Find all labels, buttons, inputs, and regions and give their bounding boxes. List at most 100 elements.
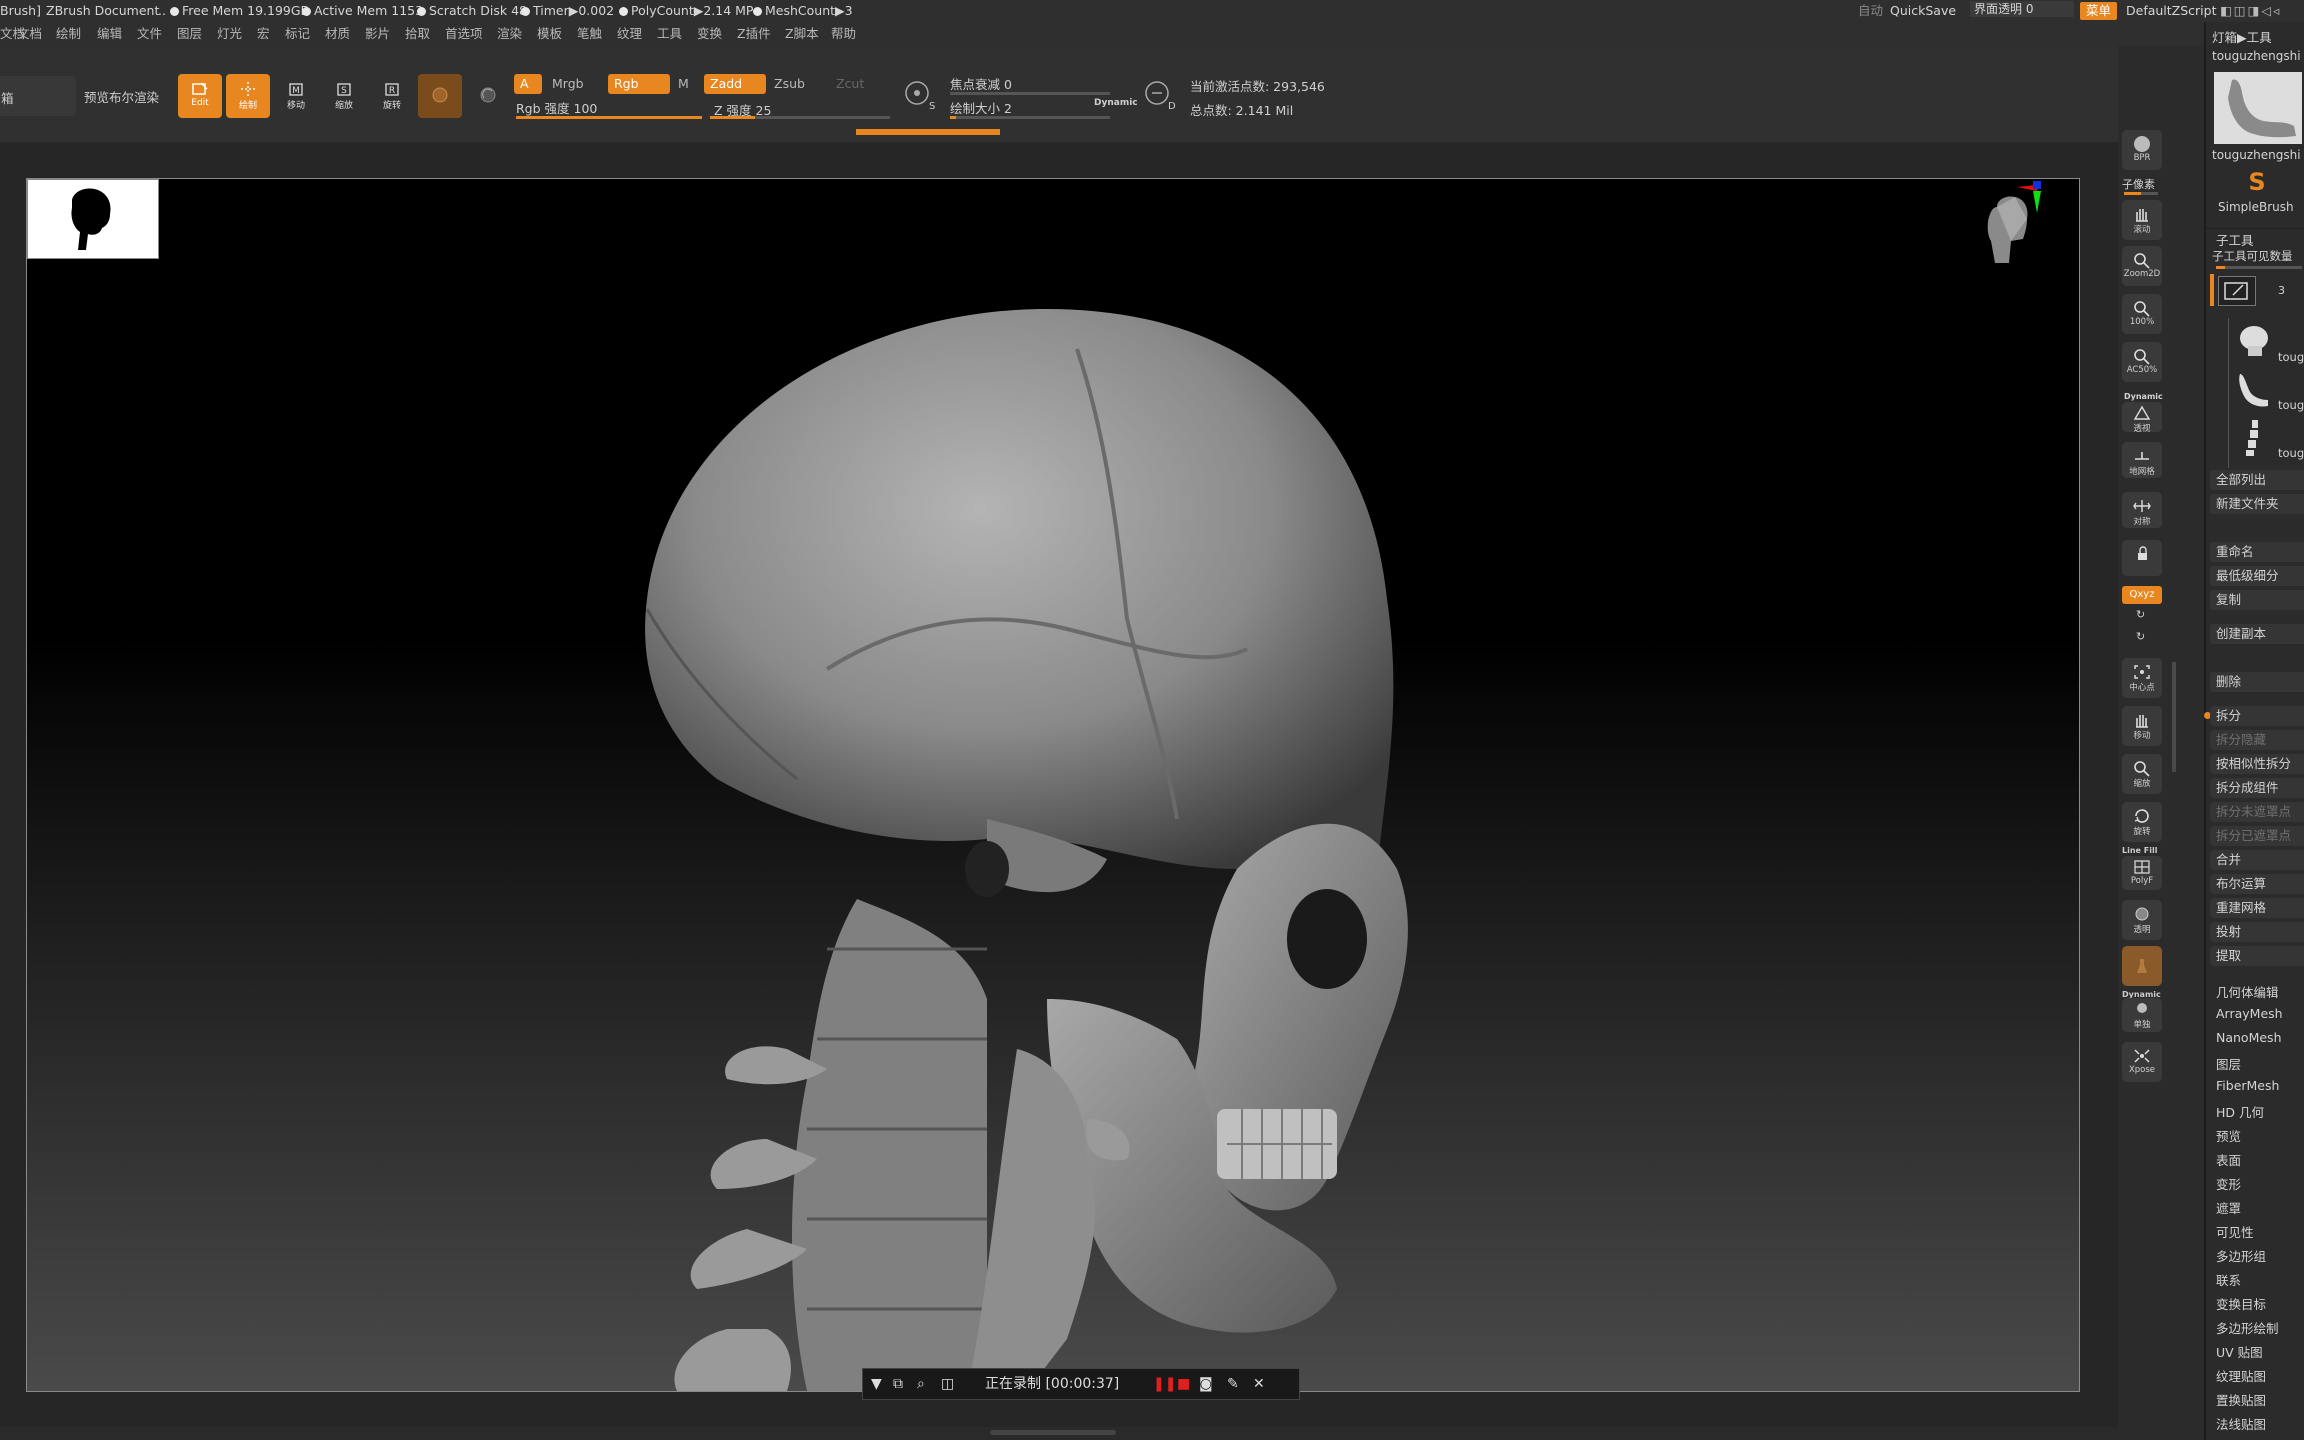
menu-item[interactable]: 笔触	[577, 22, 602, 46]
lightbox-tool-header[interactable]: 灯箱▶工具	[2212, 27, 2272, 46]
menu-item[interactable]: 图层	[177, 22, 202, 46]
zcut-toggle[interactable]: Zcut	[830, 74, 892, 94]
tool-section-header[interactable]: 预览	[2216, 1126, 2241, 1145]
tool-section-header[interactable]: 纹理贴图	[2216, 1366, 2266, 1385]
tool-section-header[interactable]: 变换目标	[2216, 1294, 2266, 1313]
solo-button[interactable]: 单独	[2122, 998, 2162, 1032]
xpose-button[interactable]: Xpose	[2122, 1042, 2162, 1082]
s-toggle[interactable]: S	[900, 76, 938, 114]
polyframe-button[interactable]: PolyF	[2122, 856, 2162, 890]
subtool-action-button[interactable]: 合并	[2210, 850, 2304, 870]
menu-item[interactable]: 首选项	[445, 22, 483, 46]
menu-item[interactable]: Z脚本	[785, 22, 819, 46]
menu-item[interactable]: 灯光	[217, 22, 242, 46]
subtool-action-button[interactable]: 拆分	[2210, 706, 2304, 726]
default-zscript-button[interactable]: DefaultZScript	[2126, 0, 2217, 22]
tool-section-header[interactable]: 几何体编辑	[2216, 982, 2279, 1001]
camera-icon[interactable]: ◙	[1199, 1369, 1213, 1399]
menu-item[interactable]: 工具	[657, 22, 682, 46]
subtool-item-skull[interactable]	[2234, 322, 2274, 362]
tool-section-header[interactable]: 遮罩	[2216, 1198, 2241, 1217]
tool-section-header[interactable]: HD 几何	[2216, 1102, 2264, 1121]
scale-view-button[interactable]: 缩放	[2122, 754, 2162, 794]
scale-button[interactable]: S 缩放	[322, 74, 366, 118]
y-rotate-icon[interactable]: ↻	[2136, 608, 2145, 621]
subtool-action-button[interactable]: 按相似性拆分	[2210, 754, 2304, 774]
symmetry-button[interactable]: 对称	[2122, 492, 2162, 528]
zsub-toggle[interactable]: Zsub	[768, 74, 830, 94]
zoom-100-button[interactable]: 100%	[2122, 294, 2162, 334]
menu-item[interactable]: 拾取	[405, 22, 430, 46]
menu-item[interactable]: 编辑	[97, 22, 122, 46]
tool-section-header[interactable]: 多边形绘制	[2216, 1318, 2279, 1337]
menu-item[interactable]: 帮助	[831, 22, 856, 46]
edit-button[interactable]: Edit	[178, 74, 222, 118]
rec-window-icon[interactable]: ⧉	[893, 1369, 903, 1399]
tool-section-header[interactable]: 置换贴图	[2216, 1390, 2266, 1409]
subtool-action-button[interactable]: 删除	[2210, 672, 2304, 692]
move-view-button[interactable]: 移动	[2122, 706, 2162, 746]
menu-item[interactable]: 变换	[697, 22, 722, 46]
skull-model[interactable]	[27, 179, 2079, 1391]
perspective-button[interactable]: 透视	[2122, 402, 2162, 434]
tool-section-header[interactable]: ArrayMesh	[2216, 1006, 2283, 1021]
subtool-action-button[interactable]: 新建文件夹	[2210, 494, 2304, 514]
menu-item[interactable]: 宏	[257, 22, 270, 46]
ac50-button[interactable]: AC50%	[2122, 342, 2162, 382]
side-scrollbar[interactable]	[2172, 662, 2176, 772]
rotate-view-button[interactable]: 旋转	[2122, 802, 2162, 842]
local-button[interactable]	[2122, 540, 2162, 576]
subtool-action-button[interactable]: 全部列出	[2210, 470, 2304, 490]
navigation-head-widget[interactable]	[1967, 178, 2047, 277]
menu-item[interactable]: 渲染	[497, 22, 522, 46]
subtool-action-button[interactable]: 最低级细分	[2210, 566, 2304, 586]
dynamic-toggle[interactable]: Dynamic	[1094, 98, 1138, 108]
rgb-toggle[interactable]: Rgb	[608, 74, 670, 94]
lightbox-button[interactable]: 箱	[0, 76, 76, 116]
stop-icon[interactable]: ■	[1177, 1369, 1190, 1399]
tool-section-header[interactable]: 法线贴图	[2216, 1414, 2266, 1433]
move-button[interactable]: M 移动	[274, 74, 318, 118]
subtool-action-button[interactable]: 拆分已遮罩点	[2210, 826, 2304, 846]
menu-item[interactable]: Z插件	[737, 22, 771, 46]
draw-button[interactable]: 绘制	[226, 74, 270, 118]
zadd-toggle[interactable]: Zadd	[704, 74, 766, 94]
menu-button[interactable]: 菜单	[2080, 2, 2118, 20]
tool-section-header[interactable]: 多边形组	[2216, 1246, 2266, 1265]
subtool-action-button[interactable]: 创建副本	[2210, 624, 2304, 644]
subtool-item-spine[interactable]	[2234, 418, 2274, 458]
menu-item[interactable]: 绘制	[56, 22, 81, 46]
rotate-button[interactable]: R 旋转	[370, 74, 414, 118]
subtool-item-jaw[interactable]	[2234, 370, 2274, 410]
subtool-action-button[interactable]: 重命名	[2210, 542, 2304, 562]
simplebrush-icon[interactable]: S	[2242, 168, 2272, 196]
menu-item[interactable]: 模板	[537, 22, 562, 46]
tool-section-header[interactable]: NanoMesh	[2216, 1030, 2282, 1045]
subtool-visible-slider[interactable]	[2216, 266, 2302, 269]
draw-size-slider[interactable]	[950, 116, 1110, 119]
material-button[interactable]	[418, 74, 462, 118]
subtool-action-button[interactable]: 拆分隐藏	[2210, 730, 2304, 750]
quicksave-button[interactable]: QuickSave	[1890, 0, 1956, 22]
rgb-intensity-slider[interactable]	[516, 116, 702, 119]
layout-icons[interactable]: ◧◫◨◁◃	[2220, 0, 2281, 22]
scroll-button[interactable]: 滚动	[2122, 200, 2162, 240]
subtool-action-button[interactable]: 拆分成组件	[2210, 778, 2304, 798]
bpr-button[interactable]: BPR	[2122, 130, 2162, 170]
subpixel-slider[interactable]	[2124, 192, 2158, 195]
navigator-thumbnail[interactable]	[27, 179, 159, 259]
tool-section-header[interactable]: 变形	[2216, 1174, 2241, 1193]
subtool-action-button[interactable]: 拆分未遮罩点	[2210, 802, 2304, 822]
subtool-action-button[interactable]: 复制	[2210, 590, 2304, 610]
menu-item[interactable]: 影片	[365, 22, 390, 46]
d-toggle[interactable]: D	[1140, 76, 1178, 114]
viewport-canvas[interactable]	[26, 178, 2080, 1392]
subtool-action-button[interactable]: 投射	[2210, 922, 2304, 942]
menu-item[interactable]: 纹理	[617, 22, 642, 46]
focal-shift-slider[interactable]	[950, 92, 1110, 95]
m-toggle[interactable]: M	[672, 74, 694, 94]
subtool-folder[interactable]	[2218, 276, 2256, 306]
shelf-scroll-indicator[interactable]	[856, 129, 1000, 135]
pen-icon[interactable]: ✎	[1227, 1369, 1239, 1399]
tool-section-header[interactable]: FiberMesh	[2216, 1078, 2279, 1093]
